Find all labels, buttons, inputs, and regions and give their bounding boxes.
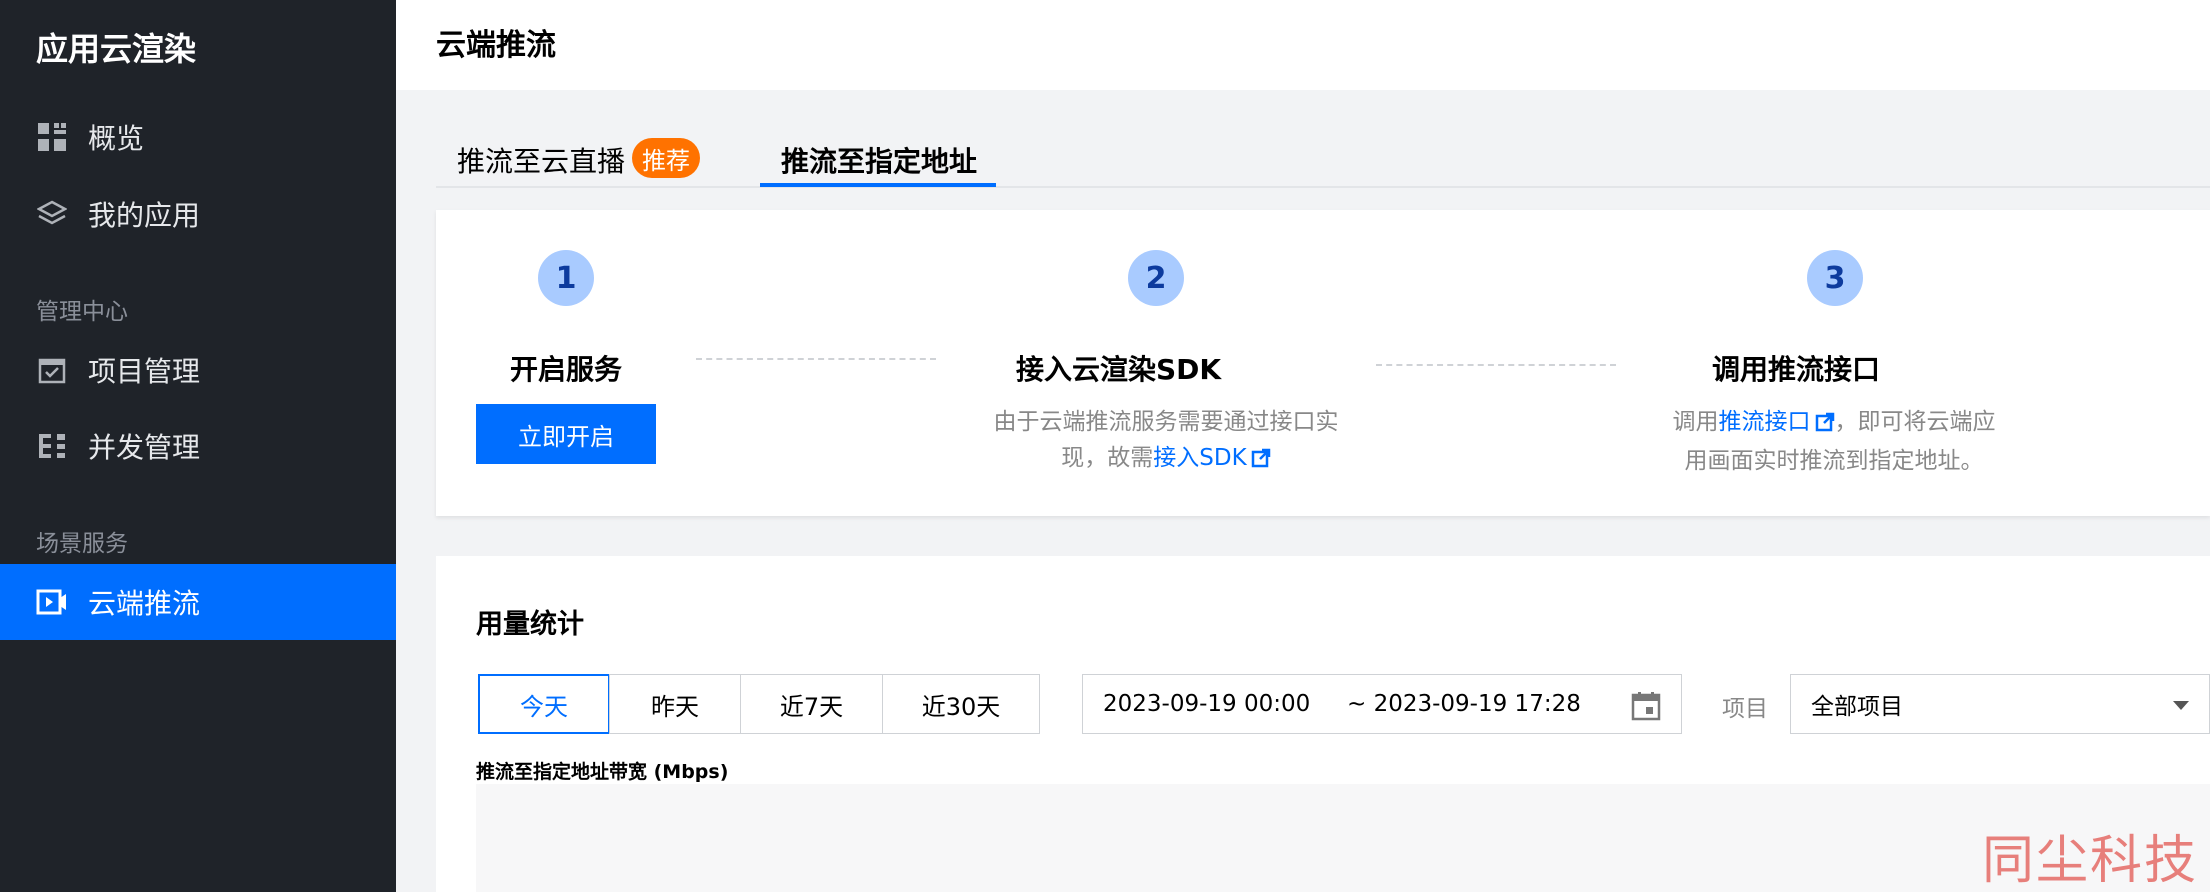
range-yesterday-button[interactable]: 昨天 [609, 674, 741, 734]
sidebar: 应用云渲染 概览 我的应用 管理中心 项目管理 并发管理 场景服务 云端推流 [0, 0, 396, 892]
external-link-icon[interactable] [1815, 407, 1835, 443]
step-number: 3 [1807, 250, 1863, 306]
app-title: 应用云渲染 [36, 30, 197, 68]
project-select-value: 全部项目 [1811, 694, 1903, 720]
step-description: 调用推流接口 ，即可将云端应 用画面实时推流到指定地址。 [1644, 404, 2024, 479]
project-filter-label: 项目 [1722, 696, 1768, 722]
step-desc-line: 调用推流接口 ，即可将云端应 [1644, 404, 2024, 443]
range-7days-button[interactable]: 近7天 [740, 674, 883, 734]
sidebar-item-label: 并发管理 [88, 431, 201, 464]
tab-cloud-live[interactable]: 推流至云直播 [457, 140, 625, 188]
page-header: 云端推流 [396, 0, 2210, 90]
sidebar-item-label: 云端推流 [88, 587, 201, 620]
chart-title: 推流至指定地址带宽 (Mbps) [476, 761, 729, 783]
date-end: ~ 2023-09-19 17:28 [1347, 691, 1581, 717]
range-30days-button[interactable]: 近30天 [882, 674, 1040, 734]
usage-title: 用量统计 [476, 609, 584, 640]
range-today-button[interactable]: 今天 [478, 674, 610, 734]
chart-area [476, 784, 2210, 892]
sidebar-item-overview[interactable]: 概览 [0, 99, 396, 175]
active-tab-indicator [760, 183, 996, 187]
step-title: 接入云渲染SDK [1016, 353, 1222, 386]
tab-specified-address[interactable]: 推流至指定地址 [781, 140, 977, 188]
step-title: 调用推流接口 [1712, 353, 1881, 386]
sidebar-group-heading: 场景服务 [36, 531, 128, 557]
sdk-link[interactable]: 接入SDK [1153, 445, 1246, 471]
chevron-down-icon [2173, 701, 2189, 710]
step-desc-line: 现，故需接入SDK [966, 440, 1366, 479]
enable-service-button[interactable]: 立即开启 [476, 404, 656, 464]
page-title: 云端推流 [436, 28, 556, 63]
step-description: 由于云端推流服务需要通过接口实 现，故需接入SDK [966, 404, 1366, 479]
sidebar-item-label: 项目管理 [88, 355, 201, 388]
step-desc-text: 调用 [1672, 409, 1719, 435]
date-start: 2023-09-19 00:00 [1103, 691, 1311, 717]
step-connector [696, 358, 936, 360]
calendar-icon[interactable] [1631, 691, 1661, 727]
step-number: 1 [538, 250, 594, 306]
layers-icon [36, 198, 68, 230]
sidebar-item-my-apps[interactable]: 我的应用 [0, 176, 396, 252]
video-camera-icon [36, 586, 68, 618]
sidebar-item-concurrency-management[interactable]: 并发管理 [0, 408, 396, 484]
sidebar-item-project-management[interactable]: 项目管理 [0, 332, 396, 408]
sidebar-item-label: 我的应用 [88, 199, 201, 232]
step-connector [1376, 364, 1616, 366]
tab-bar [436, 130, 2210, 188]
date-range-picker[interactable]: 2023-09-19 00:00 ~ 2023-09-19 17:28 [1082, 674, 1682, 734]
step-desc-line: 用画面实时推流到指定地址。 [1684, 448, 1984, 474]
sidebar-item-cloud-streaming[interactable]: 云端推流 [0, 564, 396, 640]
streaming-api-link[interactable]: 推流接口 [1719, 409, 1811, 435]
step-desc-text: 现，故需 [1061, 445, 1154, 471]
external-link-icon[interactable] [1251, 443, 1271, 479]
sidebar-group-heading: 管理中心 [36, 299, 128, 325]
dashboard-grid-icon [36, 121, 68, 153]
calendar-check-icon [36, 354, 68, 386]
step-title: 开启服务 [510, 353, 623, 386]
watermark: 同尘科技 [1982, 831, 2199, 891]
list-bars-icon [36, 430, 68, 462]
project-select[interactable]: 全部项目 [1790, 674, 2210, 734]
sidebar-item-label: 概览 [88, 122, 145, 155]
step-number: 2 [1128, 250, 1184, 306]
step-desc-line: 由于云端推流服务需要通过接口实 [993, 409, 1339, 435]
recommend-badge: 推荐 [632, 138, 700, 178]
step-desc-text: ，即可将云端应 [1834, 409, 1996, 435]
